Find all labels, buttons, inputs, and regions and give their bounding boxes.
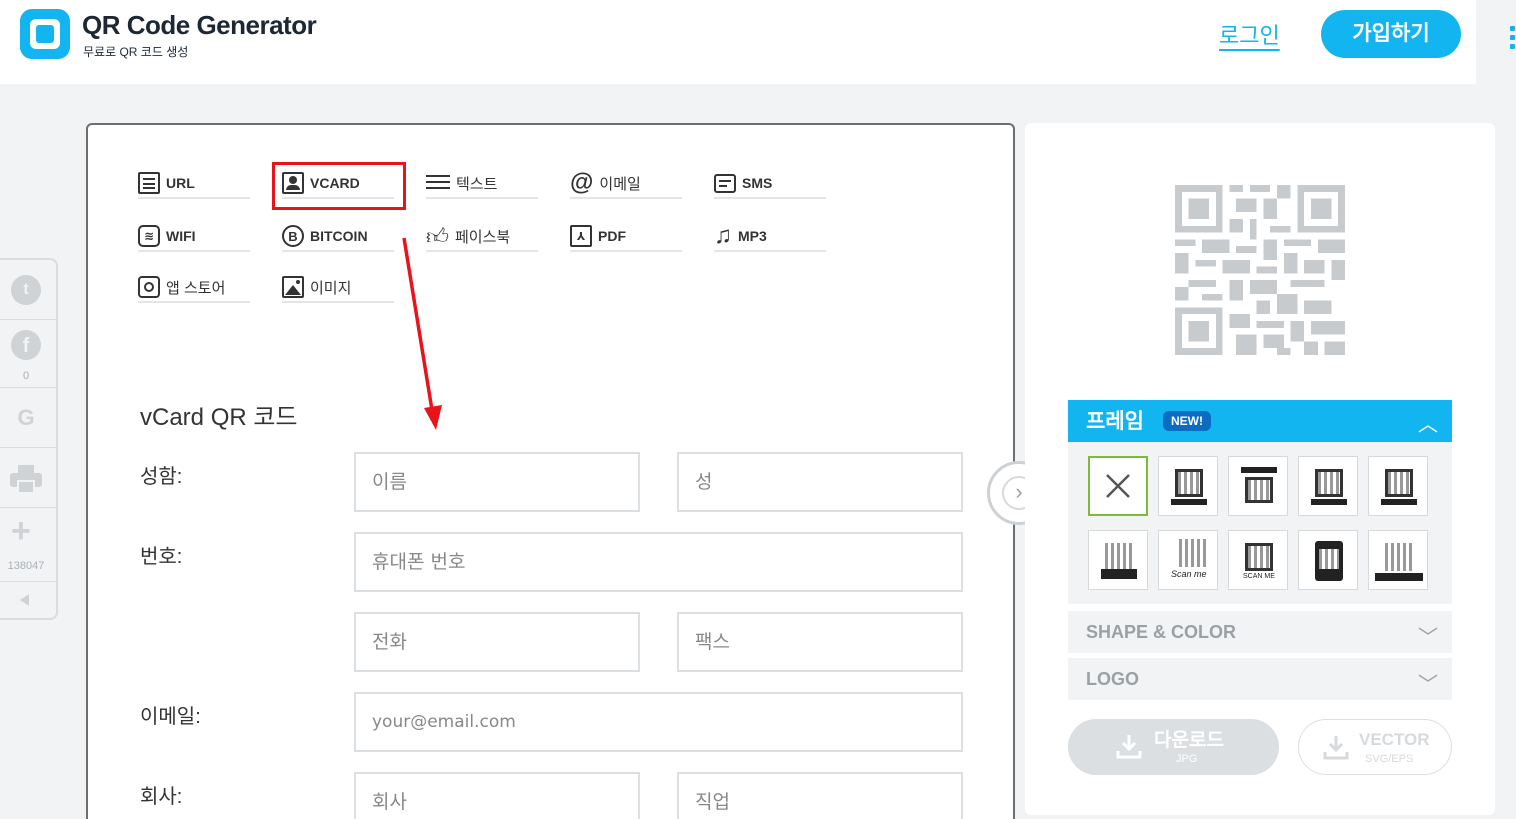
mobile-input[interactable] xyxy=(354,532,963,592)
google-share[interactable]: G xyxy=(0,388,56,448)
facebook-count: 0 xyxy=(22,370,30,382)
chevron-down-icon: ﹀ xyxy=(1418,674,1438,696)
name-label: 성함: xyxy=(140,466,183,488)
last-name-input[interactable] xyxy=(677,452,963,512)
wifi-icon: ≋ xyxy=(138,225,160,247)
vcard-highlight-box xyxy=(272,162,406,210)
new-badge: NEW! xyxy=(1163,411,1211,431)
frame-option[interactable] xyxy=(1298,456,1358,516)
site-title[interactable]: QR Code Generator xyxy=(82,10,317,41)
fax-input[interactable] xyxy=(677,612,963,672)
frame-option[interactable] xyxy=(1228,456,1288,516)
type-appstore[interactable]: 앱 스토어 xyxy=(138,273,250,303)
facebook-share[interactable]: f 0 xyxy=(0,320,56,388)
phone-label: 번호: xyxy=(140,546,183,568)
collapse-icon[interactable] xyxy=(20,594,29,606)
logo-icon[interactable] xyxy=(20,9,70,59)
frame-option[interactable] xyxy=(1368,456,1428,516)
logo-section[interactable]: LOGO ﹀ xyxy=(1068,658,1452,700)
twitter-icon: t xyxy=(11,275,41,305)
kebab-menu-icon[interactable] xyxy=(1476,0,1516,84)
site-subtitle: 무료로 QR 코드 생성 xyxy=(83,45,189,59)
download-button[interactable]: 다운로드 JPG xyxy=(1068,719,1279,775)
type-sms[interactable]: SMS xyxy=(714,169,826,199)
share-count: 138047 xyxy=(7,560,45,572)
type-image[interactable]: 이미지 xyxy=(282,273,394,303)
facebook-icon: f xyxy=(11,330,41,360)
more-share[interactable]: + 138047 xyxy=(0,508,56,582)
qr-code-preview xyxy=(1175,185,1345,355)
vector-download-button[interactable]: VECTOR SVG/EPS xyxy=(1298,719,1452,775)
plus-icon: + xyxy=(11,512,31,550)
frame-option[interactable] xyxy=(1368,530,1428,590)
chevron-down-icon: ﹀ xyxy=(1418,627,1438,649)
download-icon xyxy=(1116,735,1142,759)
type-text[interactable]: 텍스트 xyxy=(426,169,538,199)
type-email[interactable]: @ 이메일 xyxy=(570,169,682,199)
print-button[interactable] xyxy=(0,448,56,508)
company-input[interactable] xyxy=(354,772,640,819)
app-icon xyxy=(138,276,160,298)
frame-section-header[interactable]: 프레임 NEW! ︿ xyxy=(1068,400,1452,442)
frame-option[interactable]: Scan me xyxy=(1158,530,1218,590)
image-icon xyxy=(282,276,304,298)
form-title: vCard QR 코드 xyxy=(140,404,298,431)
text-lines-icon xyxy=(426,174,450,192)
type-bitcoin[interactable]: B BITCOIN xyxy=(282,222,394,252)
frame-options-grid: Scan me SCAN ME xyxy=(1068,442,1452,604)
message-icon xyxy=(714,173,736,193)
google-icon: G xyxy=(17,405,35,430)
annotation-arrow xyxy=(402,237,442,430)
email-input[interactable] xyxy=(354,692,963,752)
tel-input[interactable] xyxy=(354,612,640,672)
chevron-up-icon: ︿ xyxy=(1418,414,1438,436)
frame-option[interactable] xyxy=(1088,530,1148,590)
frame-none-option[interactable] xyxy=(1088,456,1148,516)
type-url[interactable]: URL xyxy=(138,169,250,199)
pdf-icon: ⅄ xyxy=(570,225,592,247)
shape-color-section[interactable]: SHAPE & COLOR ﹀ xyxy=(1068,611,1452,653)
twitter-share[interactable]: t xyxy=(0,260,56,320)
qr-preview-panel: 프레임 NEW! ︿ Scan me SCAN ME SHAPE & COLOR… xyxy=(1025,123,1495,815)
login-link[interactable]: 로그인 xyxy=(1219,18,1280,50)
browser-icon xyxy=(138,172,160,194)
printer-icon xyxy=(10,465,42,493)
bitcoin-icon: B xyxy=(282,225,304,247)
frame-title: 프레임 xyxy=(1086,410,1144,433)
frame-option[interactable] xyxy=(1158,456,1218,516)
signup-button[interactable]: 가입하기 xyxy=(1321,10,1461,58)
site-header: QR Code Generator 무료로 QR 코드 생성 로그인 가입하기 xyxy=(0,0,1476,84)
at-icon: @ xyxy=(570,169,594,196)
job-input[interactable] xyxy=(677,772,963,819)
type-mp3[interactable]: ♫ MP3 xyxy=(714,222,826,252)
type-pdf[interactable]: ⅄ PDF xyxy=(570,222,682,252)
company-label: 회사: xyxy=(140,786,183,808)
type-wifi[interactable]: ≋ WIFI xyxy=(138,222,250,252)
frame-option[interactable]: SCAN ME xyxy=(1228,530,1288,590)
first-name-input[interactable] xyxy=(354,452,640,512)
frame-option[interactable] xyxy=(1298,530,1358,590)
x-icon xyxy=(1106,474,1130,498)
download-icon xyxy=(1323,736,1349,760)
email-label: 이메일: xyxy=(140,706,201,728)
music-note-icon: ♫ xyxy=(714,222,732,249)
qr-form-card: URL VCARD 텍스트 @ 이메일 SMS ≋ WIFI B BITCOIN xyxy=(86,123,1015,819)
social-share-bar: t f 0 G + 138047 xyxy=(0,258,58,620)
